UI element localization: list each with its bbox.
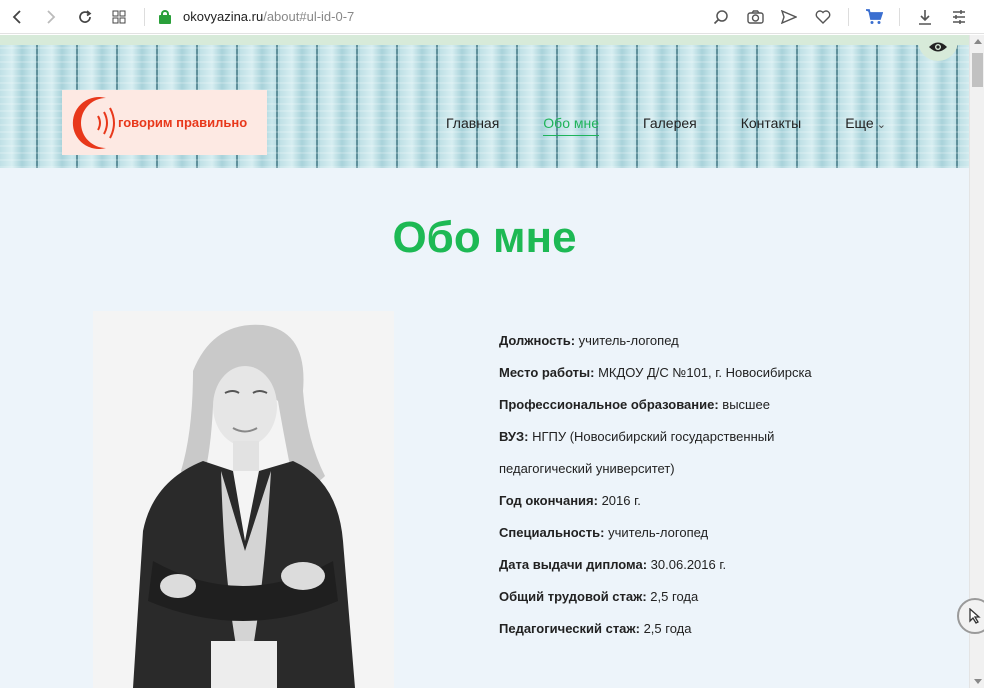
about-details: Должность: учитель-логопед Место работы:… — [499, 325, 869, 645]
download-button[interactable] — [908, 0, 942, 34]
forward-button[interactable] — [34, 0, 68, 34]
detail-label: Должность: — [499, 333, 576, 348]
reload-icon — [79, 9, 92, 23]
send-button[interactable] — [772, 0, 806, 34]
main-nav: Главная Обо мне Галерея Контакты Еще ⌄ — [424, 115, 908, 136]
cart-button[interactable] — [857, 0, 891, 34]
nav-item-home[interactable]: Главная — [446, 115, 499, 136]
detail-row: педагогический университет) — [499, 453, 869, 485]
detail-label: Дата выдачи диплома: — [499, 557, 648, 572]
detail-value: НГПУ (Новосибирский государственный — [528, 429, 775, 444]
nav-item-about[interactable]: Обо мне — [543, 115, 600, 136]
nav-item-more[interactable]: Еще ⌄ — [845, 115, 886, 136]
detail-label: ВУЗ: — [499, 429, 529, 444]
detail-value: учитель-логопед — [575, 333, 679, 348]
address-bar[interactable]: okovyazina.ru/about#ul-id-0-7 — [183, 9, 354, 24]
top-strip — [0, 35, 969, 45]
detail-label: Место работы: — [499, 365, 595, 380]
detail-value: МКДОУ Д/С №101, г. Новосибирска — [594, 365, 812, 380]
page-viewport: говорим правильно Главная Обо мне Галере… — [0, 35, 969, 688]
scroll-up-icon[interactable] — [974, 39, 982, 44]
page-scrollbar[interactable] — [969, 35, 984, 688]
back-button[interactable] — [0, 0, 34, 34]
toolbar-separator — [899, 7, 900, 26]
detail-label: Общий трудовой стаж: — [499, 589, 647, 604]
tabs-grid-button[interactable] — [102, 0, 136, 34]
back-icon — [12, 9, 21, 24]
detail-row: Дата выдачи диплома: 30.06.2016 г. — [499, 549, 869, 581]
favorite-button[interactable] — [806, 0, 840, 34]
detail-row: ВУЗ: НГПУ (Новосибирский государственный — [499, 421, 869, 453]
detail-row: Педагогический стаж: 2,5 года — [499, 613, 869, 645]
logo-text: говорим правильно — [118, 115, 248, 130]
download-icon — [919, 9, 931, 25]
detail-label: Педагогический стаж: — [499, 621, 640, 636]
portrait-image — [93, 311, 394, 688]
site-header: говорим правильно Главная Обо мне Галере… — [0, 45, 969, 168]
detail-value: учитель-логопед — [604, 525, 709, 540]
page-title: Обо мне — [392, 213, 577, 262]
logo-mark-icon — [62, 90, 122, 155]
browser-toolbar: okovyazina.ru/about#ul-id-0-7 — [0, 0, 984, 34]
detail-value: высшее — [718, 397, 770, 412]
profile-photo — [93, 311, 394, 688]
search-button[interactable] — [704, 0, 738, 34]
heart-icon — [815, 9, 831, 24]
nav-item-more-label: Еще — [845, 115, 874, 131]
detail-row: Должность: учитель-логопед — [499, 325, 869, 357]
reload-button[interactable] — [68, 0, 102, 34]
toolbar-separator — [848, 7, 849, 26]
forward-icon — [47, 9, 56, 24]
detail-value: 2,5 года — [639, 621, 692, 636]
detail-label: Год окончания: — [499, 493, 598, 508]
url-path: /about#ul-id-0-7 — [263, 9, 355, 24]
menu-icon — [953, 9, 965, 24]
detail-row: Место работы: МКДОУ Д/С №101, г. Новосиб… — [499, 357, 869, 389]
detail-row: Специальность: учитель-логопед — [499, 517, 869, 549]
menu-button[interactable] — [942, 0, 976, 34]
detail-value: 2016 г. — [597, 493, 641, 508]
detail-label: Специальность: — [499, 525, 605, 540]
pointer-icon — [969, 608, 981, 624]
detail-row: Общий трудовой стаж: 2,5 года — [499, 581, 869, 613]
nav-item-contacts[interactable]: Контакты — [741, 115, 801, 136]
tabs-grid-icon — [112, 10, 126, 23]
lock-icon[interactable] — [159, 9, 171, 24]
camera-icon — [746, 9, 764, 24]
url-domain: okovyazina.ru — [183, 9, 264, 24]
eye-icon — [929, 42, 947, 52]
detail-row: Профессиональное образование: высшее — [499, 389, 869, 421]
screenshot-button[interactable] — [738, 0, 772, 34]
search-icon — [713, 9, 728, 24]
nav-item-gallery[interactable]: Галерея — [643, 115, 697, 136]
scrollbar-thumb[interactable] — [972, 53, 983, 87]
chevron-down-icon: ⌄ — [876, 119, 886, 131]
cart-icon — [866, 8, 883, 24]
detail-row: Год окончания: 2016 г. — [499, 485, 869, 517]
detail-value: 2,5 года — [646, 589, 699, 604]
site-logo[interactable]: говорим правильно — [62, 90, 267, 155]
detail-value: 30.06.2016 г. — [647, 557, 727, 572]
scroll-down-icon[interactable] — [974, 679, 982, 684]
toolbar-separator — [144, 7, 145, 26]
detail-value: педагогический университет) — [499, 461, 675, 476]
send-icon — [781, 9, 797, 24]
detail-label: Профессиональное образование: — [499, 397, 719, 412]
